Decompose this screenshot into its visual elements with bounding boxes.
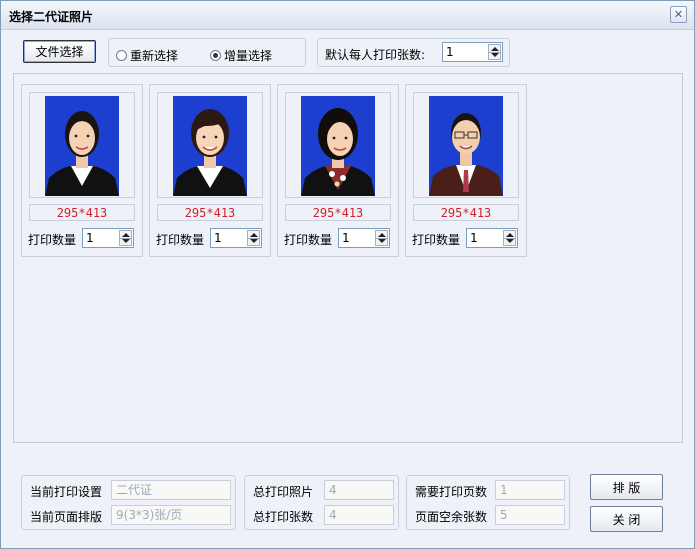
default-per-person-stepper[interactable]: 1 bbox=[442, 42, 503, 62]
qty-value: 1 bbox=[342, 231, 350, 245]
select-mode-group: 重新选择 增量选择 bbox=[108, 38, 306, 67]
dialog-window: 选择二代证照片 ✕ 文件选择 重新选择 增量选择 默认每人打印张数: 1 295… bbox=[0, 0, 695, 549]
qty-value: 1 bbox=[470, 231, 478, 245]
qty-label: 打印数量 bbox=[156, 233, 205, 247]
default-per-person-value: 1 bbox=[446, 45, 454, 59]
window-title: 选择二代证照片 bbox=[9, 10, 94, 24]
photo-frame bbox=[157, 92, 263, 198]
radio-incremental-label: 增量选择 bbox=[224, 49, 273, 63]
radio-reselect-label: 重新选择 bbox=[130, 49, 179, 63]
person-photo bbox=[173, 96, 247, 196]
photo-frame bbox=[29, 92, 135, 198]
current-print-setting-label: 当前打印设置 bbox=[30, 485, 103, 499]
layout-button-label: 排 版 bbox=[612, 480, 641, 495]
current-print-setting-field[interactable]: 二代证 bbox=[111, 480, 231, 500]
default-per-person-label: 默认每人打印张数: bbox=[325, 48, 426, 62]
radio-incremental[interactable]: 增量选择 bbox=[210, 47, 272, 64]
photo-card[interactable]: 295*413 打印数量 1 bbox=[21, 84, 143, 257]
radio-off-icon bbox=[116, 50, 127, 61]
current-layout-field[interactable]: 9(3*3)张/页 bbox=[111, 505, 231, 525]
radio-on-icon bbox=[210, 50, 221, 61]
spin-arrows-icon[interactable] bbox=[247, 230, 260, 246]
file-select-label: 文件选择 bbox=[35, 45, 84, 59]
close-button-label: 关 闭 bbox=[612, 512, 641, 527]
page-count-group: 需要打印页数 1 页面空余张数 5 bbox=[406, 475, 570, 530]
qty-stepper[interactable]: 1 bbox=[82, 228, 134, 248]
file-select-button[interactable]: 文件选择 bbox=[23, 40, 96, 63]
close-button[interactable]: 关 闭 bbox=[590, 506, 663, 532]
photo-card[interactable]: 295*413 打印数量 1 bbox=[405, 84, 527, 257]
photo-frame bbox=[285, 92, 391, 198]
print-count-group: 总打印照片 4 总打印张数 4 bbox=[244, 475, 399, 530]
photo-size: 295*413 bbox=[413, 204, 519, 221]
qty-stepper[interactable]: 1 bbox=[338, 228, 390, 248]
photo-card[interactable]: 295*413 打印数量 1 bbox=[277, 84, 399, 257]
photo-size: 295*413 bbox=[157, 204, 263, 221]
qty-label: 打印数量 bbox=[28, 233, 77, 247]
spin-arrows-icon[interactable] bbox=[375, 230, 388, 246]
pages-needed-field[interactable]: 1 bbox=[495, 480, 565, 500]
spin-arrows-icon[interactable] bbox=[488, 44, 501, 60]
qty-label: 打印数量 bbox=[284, 233, 333, 247]
qty-stepper[interactable]: 1 bbox=[466, 228, 518, 248]
person-photo bbox=[301, 96, 375, 196]
photo-panel[interactable]: 295*413 打印数量 1 295*413 打印数量 1 295*413 打印… bbox=[13, 73, 683, 443]
current-layout-label: 当前页面排版 bbox=[30, 510, 103, 524]
photo-card[interactable]: 295*413 打印数量 1 bbox=[149, 84, 271, 257]
person-photo bbox=[45, 96, 119, 196]
empty-slots-label: 页面空余张数 bbox=[415, 510, 488, 524]
qty-value: 1 bbox=[86, 231, 94, 245]
qty-value: 1 bbox=[214, 231, 222, 245]
default-count-group: 默认每人打印张数: 1 bbox=[317, 38, 510, 67]
qty-stepper[interactable]: 1 bbox=[210, 228, 262, 248]
person-photo bbox=[429, 96, 503, 196]
spin-arrows-icon[interactable] bbox=[119, 230, 132, 246]
close-icon[interactable]: ✕ bbox=[670, 6, 687, 23]
empty-slots-field[interactable]: 5 bbox=[495, 505, 565, 525]
radio-reselect[interactable]: 重新选择 bbox=[116, 47, 178, 64]
qty-label: 打印数量 bbox=[412, 233, 461, 247]
print-setting-group: 当前打印设置 二代证 当前页面排版 9(3*3)张/页 bbox=[21, 475, 236, 530]
photo-size: 295*413 bbox=[285, 204, 391, 221]
total-photos-label: 总打印照片 bbox=[253, 485, 314, 499]
pages-needed-label: 需要打印页数 bbox=[415, 485, 488, 499]
title-bar: 选择二代证照片 ✕ bbox=[1, 1, 694, 30]
layout-button[interactable]: 排 版 bbox=[590, 474, 663, 500]
total-sheets-label: 总打印张数 bbox=[253, 510, 314, 524]
total-photos-field[interactable]: 4 bbox=[324, 480, 394, 500]
total-sheets-field[interactable]: 4 bbox=[324, 505, 394, 525]
photo-size: 295*413 bbox=[29, 204, 135, 221]
spin-arrows-icon[interactable] bbox=[503, 230, 516, 246]
photo-frame bbox=[413, 92, 519, 198]
